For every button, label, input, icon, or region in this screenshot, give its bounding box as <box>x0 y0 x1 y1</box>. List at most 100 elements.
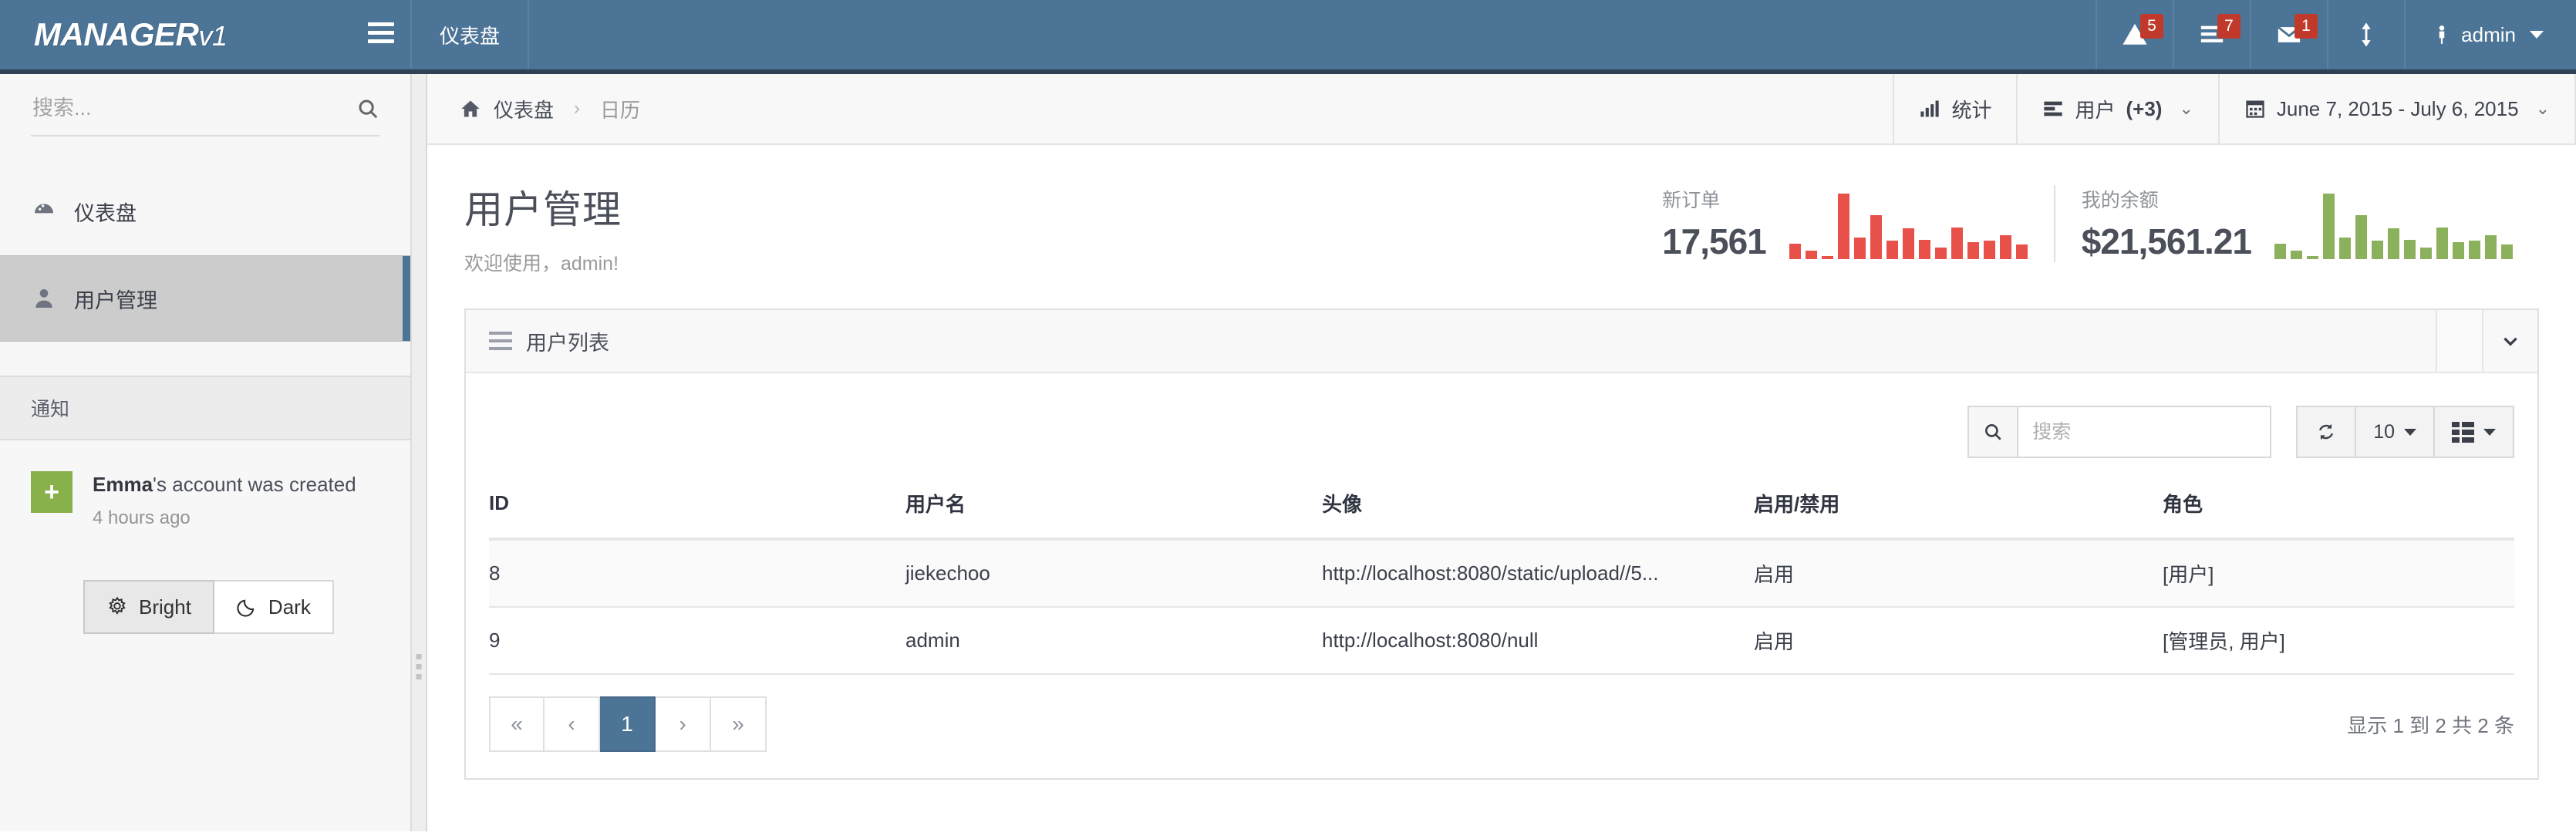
refresh-button[interactable] <box>2296 406 2357 458</box>
stat-widgets: 新订单 17,561 我的余额 $21,561.21 <box>1636 179 2539 262</box>
stats-button[interactable]: 统计 <box>1893 74 2016 143</box>
pagination-prev[interactable]: ‹ <box>545 696 600 752</box>
sparkline-bar <box>2291 250 2302 259</box>
pagination-page-1[interactable]: 1 <box>600 696 656 752</box>
pagination-next[interactable]: › <box>656 696 711 752</box>
sidebar-search-input[interactable] <box>31 96 356 121</box>
sidebar-item-user-management[interactable]: 用户管理 <box>0 255 410 342</box>
navbar-right-group: 5 7 1 admin <box>2096 0 2576 69</box>
sparkline-bar <box>2453 241 2464 259</box>
breadcrumb-spacer <box>640 74 1893 143</box>
table-search-input[interactable] <box>2017 406 2272 458</box>
pagination: « ‹ 1 › » <box>489 696 767 752</box>
navbar-item-dashboard-label: 仪表盘 <box>440 24 501 48</box>
sparkline-bar <box>2323 194 2335 259</box>
users-filter-dropdown[interactable]: 用户 (+3) ⌄ <box>2016 74 2217 143</box>
navbar-spacer <box>529 0 2096 69</box>
user-list-panel: 用户列表 搜索 10 ID 用户名 头像 启用/禁用 角色 8 jiekecho… <box>464 308 2539 780</box>
messages-button[interactable]: 1 <box>2250 0 2327 69</box>
cell-username: jiekechoo <box>905 539 1322 608</box>
stats-button-label: 统计 <box>1951 98 1992 122</box>
user-menu[interactable]: admin <box>2404 0 2576 69</box>
sidebar-item-user-management-label: 用户管理 <box>74 288 157 312</box>
sun-icon <box>109 596 126 615</box>
sparkline-bar <box>1951 227 1963 259</box>
fullscreen-arrows-icon <box>2362 22 2371 47</box>
chevron-down-icon: ⌄ <box>2535 99 2550 118</box>
users-table-head: ID 用户名 头像 启用/禁用 角色 <box>489 478 2514 541</box>
column-header-roles[interactable]: 角色 <box>2163 478 2514 541</box>
list-icon <box>2044 101 2063 116</box>
tasks-badge: 7 <box>2217 14 2241 39</box>
fullscreen-button[interactable] <box>2327 0 2404 69</box>
sidebar-menu: 仪表盘 用户管理 <box>0 169 410 342</box>
stat-new-orders-value: 17,561 <box>1662 221 1767 261</box>
brand-logo[interactable]: MANAGERv1 <box>0 0 412 69</box>
panel-collapse-button[interactable] <box>2482 310 2537 372</box>
moon-icon <box>237 599 255 617</box>
sidebar-search-area <box>0 74 410 137</box>
pagination-last[interactable]: » <box>711 696 767 752</box>
chevron-down-icon <box>2530 31 2544 39</box>
stat-balance-text: 我的余额 $21,561.21 <box>2082 185 2252 262</box>
alerts-badge: 5 <box>2140 14 2163 39</box>
panel-body: 10 ID 用户 <box>466 373 2537 778</box>
theme-bright-button[interactable]: Bright <box>83 580 214 634</box>
sparkline-bar <box>2420 248 2432 259</box>
sparkline-bar <box>2307 256 2318 259</box>
alerts-button[interactable]: 5 <box>2096 0 2173 69</box>
columns-icon <box>2452 421 2474 443</box>
users-table-body: 8 jiekechoo http://localhost:8080/static… <box>489 539 2514 675</box>
tasks-button[interactable]: 7 <box>2173 0 2250 69</box>
theme-dark-button[interactable]: Dark <box>214 580 334 634</box>
table-action-buttons: 10 <box>2296 406 2514 458</box>
column-header-username[interactable]: 用户名 <box>905 478 1322 541</box>
column-header-avatar[interactable]: 头像 <box>1322 478 1754 541</box>
search-icon[interactable] <box>1967 406 2018 458</box>
refresh-icon <box>2319 423 2334 440</box>
sparkline-bar <box>1821 256 1833 259</box>
sparkline-bar <box>2388 228 2399 259</box>
sidebar-item-dashboard[interactable]: 仪表盘 <box>0 169 410 255</box>
cell-username: admin <box>905 607 1322 675</box>
search-icon[interactable] <box>356 97 379 120</box>
date-range-picker[interactable]: June 7, 2015 - July 6, 2015 ⌄ <box>2217 74 2576 143</box>
brand-name: MANAGER <box>34 16 199 52</box>
notification-item[interactable]: + Emma's account was created 4 hours ago <box>31 471 379 529</box>
calendar-icon <box>2246 100 2264 118</box>
stat-balance: 我的余额 $21,561.21 <box>2053 185 2539 262</box>
cell-roles: [用户] <box>2163 539 2514 608</box>
breadcrumb-item-root[interactable]: 仪表盘 <box>494 95 554 123</box>
column-header-id[interactable]: ID <box>489 478 905 541</box>
chevron-down-icon <box>2483 428 2496 436</box>
brand-text: MANAGERv1 <box>34 16 228 53</box>
cell-status[interactable]: 启用 <box>1754 607 2163 675</box>
column-visibility-dropdown[interactable] <box>2435 406 2514 458</box>
theme-bright-label: Bright <box>139 595 191 619</box>
sparkline-bar <box>1983 241 1995 259</box>
messages-badge: 1 <box>2294 14 2318 39</box>
cell-status[interactable]: 启用 <box>1754 539 2163 608</box>
navbar-item-dashboard[interactable]: 仪表盘 <box>412 0 530 69</box>
notifications-list: + Emma's account was created 4 hours ago <box>0 440 410 529</box>
table-row[interactable]: 8 jiekechoo http://localhost:8080/static… <box>489 539 2514 608</box>
page-title: 用户管理 <box>464 188 622 231</box>
notification-text: Emma's account was created <box>93 473 356 497</box>
pagination-info: 显示 1 到 2 共 2 条 <box>2347 713 2514 737</box>
breadcrumb-bar: 仪表盘 › 日历 统计 用户 (+3) ⌄ June 7, 2015 - Jul… <box>427 74 2576 145</box>
column-header-status[interactable]: 启用/禁用 <box>1754 478 2163 541</box>
panel-header: 用户列表 <box>466 310 2537 373</box>
sidebar-toggle-button[interactable] <box>351 0 411 65</box>
page-size-dropdown[interactable]: 10 <box>2356 406 2435 458</box>
top-navbar: MANAGERv1 仪表盘 5 7 1 admin <box>0 0 2576 74</box>
sparkline-bar <box>2501 244 2513 259</box>
table-row[interactable]: 9 admin http://localhost:8080/null 启用 [管… <box>489 607 2514 675</box>
sidebar-resize-handle[interactable] <box>412 74 427 831</box>
stat-new-orders-text: 新订单 17,561 <box>1662 185 1767 262</box>
plus-icon: + <box>31 471 72 513</box>
sparkline-bar <box>2436 227 2448 259</box>
theme-dark-label: Dark <box>268 595 311 619</box>
home-icon[interactable] <box>460 98 481 120</box>
pagination-first[interactable]: « <box>489 696 545 752</box>
sparkline-new-orders <box>1789 188 2028 259</box>
